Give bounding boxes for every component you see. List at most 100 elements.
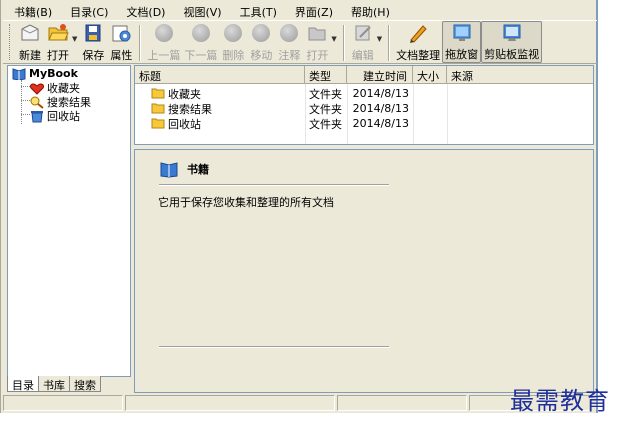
menu-document[interactable]: 文档(D) (117, 2, 174, 20)
book-icon (160, 162, 178, 178)
tab-library[interactable]: 书库 (38, 376, 70, 392)
edit-label: 编辑 (351, 49, 374, 62)
panel-tabs: 目录 书库 搜索 (7, 376, 131, 392)
book-icon (12, 68, 26, 80)
watermark-logo: 最需教育 (510, 387, 610, 415)
open-button[interactable]: 打开 (44, 21, 72, 63)
organize-label: 文档整理 (396, 49, 441, 62)
drag-window-button[interactable]: 拖放窗 (442, 21, 482, 63)
menu-book[interactable]: 书籍(B) (5, 2, 61, 20)
favorites-heart-icon (30, 83, 44, 95)
row-type: 文件夹 (309, 102, 342, 116)
main-window: 书籍(B) 目录(C) 文档(D) 视图(V) 工具(T) 界面(Z) 帮助(H… (0, 0, 598, 413)
menu-tools[interactable]: 工具(T) (231, 2, 286, 20)
open-doc-dropdown-icon[interactable]: ▼ (331, 35, 336, 43)
open-doc-label: 打开 (306, 49, 329, 62)
cell-title: 收藏夹 (135, 86, 305, 101)
cell-title: 搜索结果 (135, 101, 305, 116)
tree-connector (21, 114, 30, 115)
catalog-tree: MyBook 收藏夹 搜索结果 回收站 (7, 65, 131, 377)
column-header-size[interactable]: 大小 (413, 66, 447, 84)
properties-button[interactable]: 属性 (107, 21, 135, 63)
row-date: 2014/8/13 (352, 117, 409, 130)
properties-label: 属性 (110, 49, 133, 62)
status-cell (3, 395, 123, 411)
table-row[interactable]: 搜索结果 文件夹 2014/8/13 (135, 101, 593, 116)
status-cell (125, 395, 335, 411)
toolbar-separator (139, 25, 142, 61)
status-bar (3, 395, 597, 413)
clipboard-monitor-label: 剪贴板监视 (484, 48, 540, 61)
folder-icon (151, 103, 165, 114)
clipboard-monitor-button[interactable]: 剪贴板监视 (481, 21, 543, 63)
annotate-icon (277, 22, 301, 44)
next-label: 下一篇 (184, 49, 218, 62)
tab-search[interactable]: 搜索 (69, 376, 101, 392)
new-button[interactable]: 新建 (16, 21, 44, 63)
tree-connector (21, 86, 30, 87)
properties-icon (109, 22, 133, 44)
delete-button[interactable]: 删除 (219, 21, 247, 63)
toolbar-separator (388, 25, 391, 61)
save-button[interactable]: 保存 (79, 21, 107, 63)
menu-view[interactable]: 视图(V) (174, 2, 230, 20)
new-label: 新建 (19, 49, 41, 62)
edit-dropdown-icon[interactable]: ▼ (377, 35, 382, 43)
prev-button[interactable]: 上一篇 (145, 21, 182, 63)
tree-item-mybook[interactable]: MyBook (12, 67, 78, 80)
detail-heading: 书籍 (159, 160, 209, 178)
row-title: 回收站 (168, 117, 201, 131)
move-label: 移动 (250, 49, 273, 62)
column-header-type[interactable]: 类型 (305, 66, 347, 84)
edit-button[interactable]: 编辑 (349, 21, 377, 63)
tree-connector (21, 100, 30, 101)
delete-label: 删除 (222, 49, 245, 62)
search-magnifier-icon (30, 96, 44, 109)
tree-item-recycle-bin[interactable]: 回收站 (30, 108, 80, 124)
column-header-source[interactable]: 来源 (447, 66, 487, 84)
row-title: 收藏夹 (168, 87, 201, 101)
divider (159, 346, 389, 348)
list-header: 标题 类型 建立时间 大小 来源 (135, 66, 593, 84)
toolbar-separator (342, 25, 345, 61)
divider (159, 184, 389, 186)
next-button[interactable]: 下一篇 (182, 21, 219, 63)
organize-pen-icon (406, 22, 430, 44)
open-label: 打开 (47, 49, 69, 62)
tree-root-label: MyBook (29, 67, 78, 80)
delete-icon (221, 22, 245, 44)
prev-icon (152, 22, 176, 44)
prev-label: 上一篇 (147, 49, 181, 62)
detail-description: 它用于保存您收集和整理的所有文档 (158, 196, 334, 209)
cell-title: 回收站 (135, 116, 305, 131)
toolbar-grip[interactable] (9, 24, 12, 60)
next-icon (189, 22, 213, 44)
annotate-button[interactable]: 注释 (275, 21, 303, 63)
table-row[interactable]: 回收站 文件夹 2014/8/13 (135, 116, 593, 131)
row-date: 2014/8/13 (352, 102, 409, 115)
open-dropdown-icon[interactable]: ▼ (72, 35, 77, 43)
column-header-created[interactable]: 建立时间 (347, 66, 413, 84)
menu-bar: 书籍(B) 目录(C) 文档(D) 视图(V) 工具(T) 界面(Z) 帮助(H… (5, 2, 399, 20)
save-icon (81, 22, 105, 44)
folder-icon (151, 118, 165, 129)
organize-button[interactable]: 文档整理 (394, 21, 442, 63)
menu-help[interactable]: 帮助(H) (342, 2, 399, 20)
menu-interface[interactable]: 界面(Z) (286, 2, 342, 20)
detail-panel: 书籍 它用于保存您收集和整理的所有文档 (134, 149, 594, 393)
drag-window-label: 拖放窗 (445, 48, 479, 61)
move-icon (249, 22, 273, 44)
column-header-title[interactable]: 标题 (135, 66, 305, 84)
open-folder-icon (46, 22, 70, 44)
edit-icon (351, 22, 375, 44)
menu-catalog[interactable]: 目录(C) (61, 2, 117, 20)
row-date: 2014/8/13 (352, 87, 409, 100)
tree-item-label: 回收站 (47, 110, 80, 123)
status-cell (337, 395, 467, 411)
table-row[interactable]: 收藏夹 文件夹 2014/8/13 (135, 86, 593, 101)
open-doc-icon (305, 22, 329, 44)
move-button[interactable]: 移动 (247, 21, 275, 63)
open-doc-button[interactable]: 打开 (303, 21, 331, 63)
tab-catalog[interactable]: 目录 (7, 376, 39, 392)
document-list: 标题 类型 建立时间 大小 来源 收藏夹 文件夹 2014/8/13 搜索结果 … (134, 65, 594, 145)
